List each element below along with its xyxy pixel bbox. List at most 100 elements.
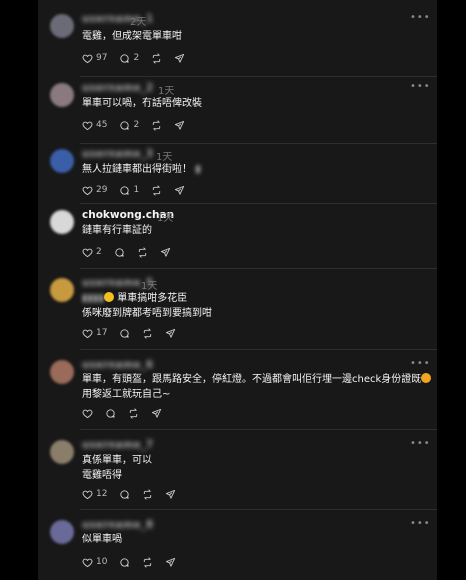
repost-icon [144,327,152,339]
avatar[interactable] [50,210,74,234]
timestamp: 1天 [141,281,158,292]
avatar[interactable] [50,14,74,38]
repost-button[interactable] [151,52,162,64]
like-button[interactable]: 17 [82,328,107,339]
share-button[interactable] [165,328,176,339]
more-options-icon[interactable]: ••• [410,518,431,529]
send-icon [175,185,185,195]
post-text-content: 無人拉鏈車都出得街啦！ [82,164,192,175]
repost-button[interactable] [151,184,162,196]
avatar[interactable] [50,440,74,464]
comment-count: 1 [133,185,140,195]
share-button[interactable] [165,557,176,568]
timestamp: 1天 [156,152,173,163]
comment-button[interactable] [119,489,130,500]
avatar[interactable] [50,149,74,173]
share-button[interactable] [151,408,162,419]
heart-icon [82,248,93,257]
send-icon [175,53,185,63]
like-count: 97 [96,53,108,63]
action-bar: 97 2 [82,51,197,65]
reply-post: username_5 1天 ▮▮▮▮ 單車搞咁多花臣 係咪廢到牌都考唔到要搞到咁… [38,269,437,350]
username[interactable]: username_8 [82,519,153,531]
repost-icon [153,184,161,196]
repost-icon [153,119,161,131]
post-text: 電雞，但成架電單車咁 [82,31,182,42]
comment-button[interactable] [119,328,130,339]
avatar[interactable] [50,360,74,384]
blurred-emoji: ▮ [195,164,201,175]
avatar[interactable] [50,83,74,107]
thread-panel: username_1 2天 ••• 電雞，但成架電單車咁 97 2 userna… [38,0,437,580]
repost-button[interactable] [142,327,153,339]
like-button[interactable]: 97 [82,53,107,64]
repost-button[interactable] [142,488,153,500]
action-bar: 10 [82,555,188,569]
smiling-emoji-icon [421,373,432,383]
comment-button[interactable]: 2 [119,53,139,64]
action-bar: 12 [82,487,188,501]
comment-button[interactable]: 2 [119,120,139,131]
like-button[interactable]: 45 [82,120,107,131]
share-button[interactable] [165,489,176,500]
reply-post: username_8 ••• 似單車喎 10 [38,510,437,580]
repost-button[interactable] [128,407,139,419]
comment-button[interactable]: 1 [119,185,139,196]
comment-button[interactable] [105,408,116,419]
post-text: 似單車喎 [82,534,122,545]
avatar[interactable] [50,520,74,544]
username[interactable]: username_3 [82,148,153,160]
post-text: ▮▮▮▮ 單車搞咁多花臣 [82,291,187,306]
reply-post: username_2 1天 ••• 單車可以喎，冇話唔俾改裝 45 2 [38,77,437,144]
more-options-icon[interactable]: ••• [410,438,431,449]
post-text-line-2: 電雞唔得 [82,470,122,481]
repost-icon [138,246,146,258]
heart-icon [82,121,93,130]
comment-icon [120,557,130,567]
avatar[interactable] [50,278,74,302]
share-button[interactable] [160,247,171,258]
heart-icon [82,54,93,63]
like-button[interactable]: 10 [82,557,107,568]
more-options-icon[interactable]: ••• [410,81,431,92]
post-text: 無人拉鏈車都出得街啦！ ▮ [82,162,201,177]
reply-post: chokwong.chan 1天 鏈車有行車証的 2 [38,204,437,269]
action-bar [82,406,174,420]
heart-icon [82,186,93,195]
username[interactable]: username_2 [82,82,153,94]
more-options-icon[interactable]: ••• [410,358,431,369]
repost-button[interactable] [151,119,162,131]
repost-button[interactable] [142,556,153,568]
grinning-emoji-icon [104,292,115,302]
like-button[interactable] [82,408,93,419]
like-button[interactable]: 29 [82,185,107,196]
send-icon [160,247,170,257]
share-button[interactable] [174,120,185,131]
more-options-icon[interactable]: ••• [410,12,431,23]
send-icon [166,557,176,567]
heart-icon [82,558,93,567]
like-button[interactable]: 2 [82,247,102,258]
post-text-line-1: 單車，有頭盔，跟馬路安全，停紅燈。不過都會叫佢行埋一邊check身份證既 [82,374,422,385]
like-count: 10 [96,557,108,567]
like-count: 29 [96,185,108,195]
repost-icon [144,556,152,568]
repost-button[interactable] [137,246,148,258]
like-count: 2 [96,247,102,257]
username[interactable]: username_6 [82,359,153,371]
comment-button[interactable] [119,557,130,568]
send-icon [151,408,162,418]
like-button[interactable]: 12 [82,489,107,500]
repost-icon [153,52,161,64]
repost-icon [144,488,152,500]
action-bar: 29 1 [82,183,197,197]
username[interactable]: username_7 [82,439,153,451]
timestamp: 2天 [130,17,147,28]
comment-count: 2 [133,120,140,130]
share-button[interactable] [174,53,185,64]
comment-icon [120,489,130,499]
comment-button[interactable] [114,247,125,258]
send-icon [166,489,176,499]
share-button[interactable] [174,185,185,196]
post-text-line-2: 用黎返工就玩自己~ [82,389,171,400]
